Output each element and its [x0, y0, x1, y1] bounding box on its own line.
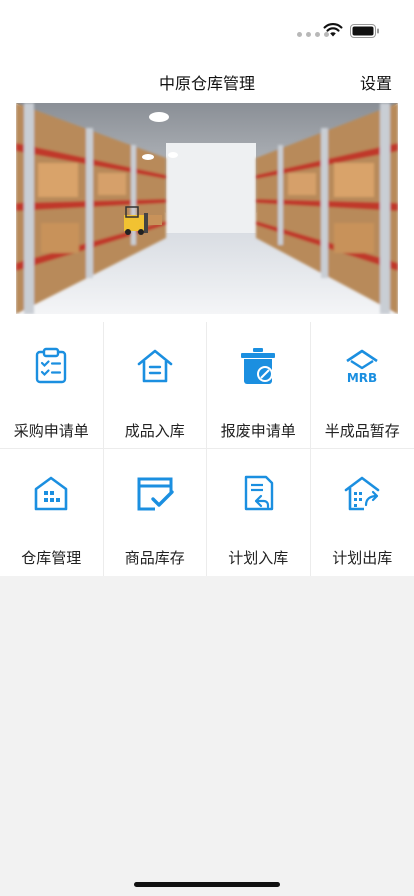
- mrb-icon: MRB: [346, 349, 378, 385]
- function-grid: 采购申请单 成品入库 报废申请单 MRB 半成品暂存 仓库管理 商品库存 计划入…: [0, 322, 414, 576]
- document-return-icon: [245, 475, 274, 511]
- grid-item-semi-finished-staging[interactable]: MRB 半成品暂存: [310, 322, 414, 449]
- grid-item-purchase-request[interactable]: 采购申请单: [0, 322, 104, 449]
- grid-item-goods-inventory[interactable]: 商品库存: [104, 449, 207, 576]
- grid-item-label: 半成品暂存: [324, 422, 400, 440]
- grid-item-label: 商品库存: [124, 549, 185, 567]
- settings-button[interactable]: 设置: [360, 70, 392, 94]
- page-title: 中原仓库管理: [158, 74, 255, 93]
- grid-item-scrap-request[interactable]: 报废申请单: [207, 322, 311, 449]
- grid-item-label: 计划入库: [228, 549, 289, 567]
- home-indicator[interactable]: [134, 882, 280, 887]
- clipboard-check-icon: [36, 347, 67, 384]
- grid-item-label: 计划出库: [332, 549, 393, 567]
- warehouse-banner-image[interactable]: [16, 103, 398, 314]
- grid-item-planned-outbound[interactable]: 计划出库: [311, 449, 414, 576]
- grid-item-label: 仓库管理: [21, 549, 82, 567]
- trash-block-icon: [241, 348, 276, 384]
- battery-icon: [350, 24, 379, 38]
- grid-item-planned-inbound[interactable]: 计划入库: [207, 449, 311, 576]
- wifi-icon: [323, 23, 343, 37]
- house-list-icon: [137, 349, 173, 383]
- calendar-check-icon: [137, 477, 174, 511]
- grid-item-label: 报废申请单: [220, 422, 296, 440]
- nav-bar: 中原仓库管理 设置: [0, 60, 414, 103]
- svg-text:MRB: MRB: [347, 371, 377, 385]
- status-bar: [0, 0, 414, 60]
- banner-container: [0, 103, 414, 322]
- grid-item-finished-goods-inbound[interactable]: 成品入库: [103, 322, 207, 449]
- grid-item-label: 成品入库: [124, 422, 185, 440]
- warehouse-illustration: [16, 103, 398, 314]
- grid-item-label: 采购申请单: [13, 422, 89, 440]
- house-export-icon: [344, 476, 380, 511]
- warehouse-building-icon: [34, 476, 68, 511]
- grid-item-warehouse-management[interactable]: 仓库管理: [0, 449, 104, 576]
